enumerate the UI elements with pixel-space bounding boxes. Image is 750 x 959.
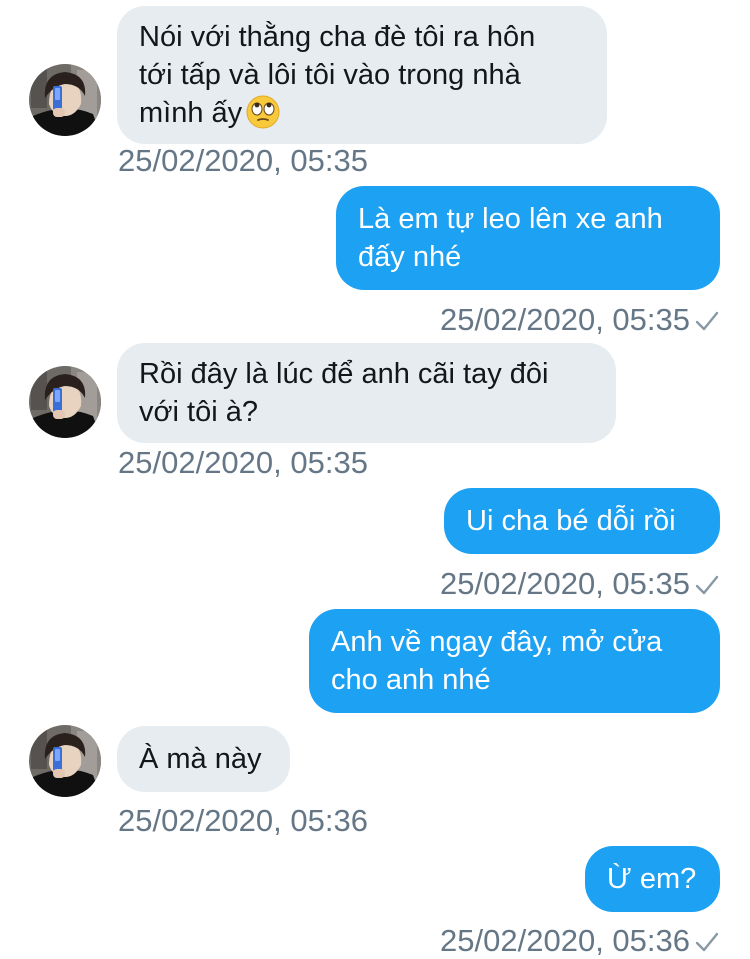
message-bubble-incoming[interactable]: Nói với thằng cha đè tôi ra hôn tới tấp … — [117, 6, 607, 144]
message-text: Anh về ngay đây, mở cửa cho anh nhé — [331, 626, 663, 696]
message-timestamp: 25/02/2020, 05:35 — [118, 445, 368, 480]
contact-avatar[interactable] — [29, 64, 101, 136]
sent-check-icon — [694, 310, 720, 332]
face-with-rolling-eyes-icon — [246, 95, 280, 129]
message-bubble-outgoing[interactable]: Ừ em? — [585, 846, 720, 912]
message-bubble-incoming[interactable]: Rồi đây là lúc để anh cãi tay đôi với tô… — [117, 343, 616, 443]
sent-check-icon — [694, 574, 720, 596]
message-bubble-outgoing[interactable]: Anh về ngay đây, mở cửa cho anh nhé — [309, 609, 720, 713]
message-timestamp: 25/02/2020, 05:36 — [118, 803, 368, 838]
message-timestamp: 25/02/2020, 05:35 — [440, 566, 690, 601]
message-text: À mà này — [139, 743, 262, 775]
message-text: Ừ em? — [607, 863, 697, 895]
message-bubble-incoming[interactable]: À mà này — [117, 726, 290, 792]
message-timestamp: 25/02/2020, 05:35 — [118, 143, 368, 178]
message-text: Ui cha bé dỗi rồi — [466, 505, 676, 537]
message-bubble-outgoing[interactable]: Ui cha bé dỗi rồi — [444, 488, 720, 554]
message-text: Rồi đây là lúc để anh cãi tay đôi với tô… — [139, 358, 549, 428]
message-timestamp: 25/02/2020, 05:35 — [440, 302, 690, 337]
message-text: Là em tự leo lên xe anh đấy nhé — [358, 203, 663, 273]
message-bubble-outgoing[interactable]: Là em tự leo lên xe anh đấy nhé — [336, 186, 720, 290]
contact-avatar[interactable] — [29, 725, 101, 797]
contact-avatar[interactable] — [29, 366, 101, 438]
message-timestamp: 25/02/2020, 05:36 — [440, 923, 690, 958]
message-text: Nói với thằng cha đè tôi ra hôn tới tấp … — [139, 21, 536, 129]
sent-check-icon — [694, 931, 720, 953]
